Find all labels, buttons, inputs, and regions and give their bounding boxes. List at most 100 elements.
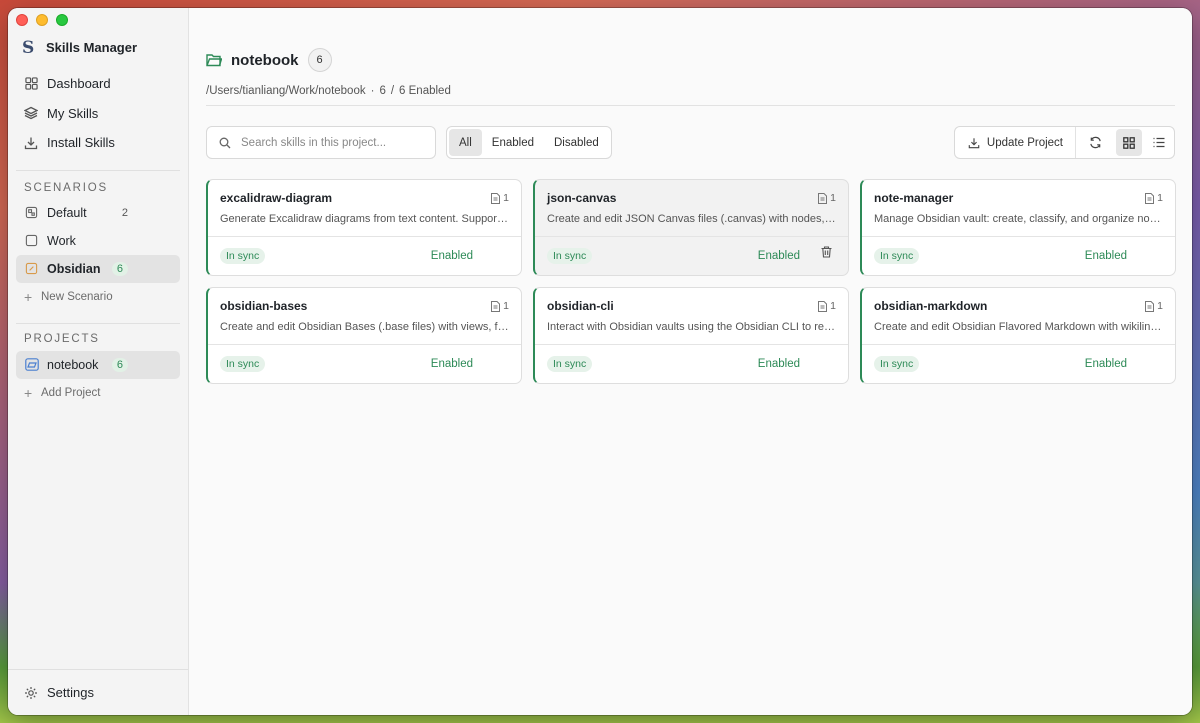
project-path: /Users/tianliang/Work/notebook — [206, 85, 366, 97]
refresh-button[interactable] — [1076, 127, 1114, 158]
enabled-toggle[interactable]: Enabled — [758, 250, 800, 262]
plus-icon: + — [24, 288, 33, 305]
sidebar-divider — [16, 322, 180, 324]
project-count: 6 — [111, 357, 128, 372]
settings-button[interactable]: Settings — [8, 669, 188, 715]
puzzle-icon — [24, 205, 39, 220]
skill-description: Create and edit JSON Canvas files (.canv… — [547, 213, 836, 225]
add-project-button[interactable]: + Add Project — [8, 379, 188, 407]
skill-card-note-manager[interactable]: note-manager 1 Manage Obsidian vault: cr… — [860, 179, 1176, 276]
sidebar: S Skills Manager Dashboard My Skills Ins… — [8, 8, 189, 715]
plus-icon: + — [24, 384, 33, 401]
file-icon — [491, 192, 501, 204]
app-window: S Skills Manager Dashboard My Skills Ins… — [8, 8, 1192, 715]
enabled-text: 6 Enabled — [399, 85, 451, 97]
skill-description: Create and edit Obsidian Flavored Markdo… — [874, 321, 1163, 333]
folder-open-icon — [206, 53, 222, 68]
settings-label: Settings — [47, 685, 94, 700]
enabled-toggle[interactable]: Enabled — [1085, 250, 1127, 262]
enabled-toggle[interactable]: Enabled — [431, 250, 473, 262]
skill-count-badge: 6 — [307, 48, 332, 72]
sync-badge: In sync — [220, 248, 266, 264]
file-count: 1 — [818, 300, 836, 312]
file-icon — [1145, 192, 1155, 204]
skill-card-obsidian-bases[interactable]: obsidian-bases 1 Create and edit Obsidia… — [206, 287, 522, 384]
main-nav: Dashboard My Skills Install Skills — [8, 69, 188, 158]
file-count-value: 1 — [830, 300, 836, 312]
skill-card-json-canvas[interactable]: json-canvas 1 Create and edit JSON Canva… — [533, 179, 849, 276]
file-icon — [1145, 300, 1155, 312]
scenario-count: 6 — [111, 261, 128, 276]
right-toolbar: Update Project — [953, 126, 1175, 159]
dashboard-icon — [24, 77, 38, 91]
scenario-label: Default — [47, 205, 87, 220]
enabled-toggle[interactable]: Enabled — [431, 358, 473, 370]
skill-description: Create and edit Obsidian Bases (.base fi… — [220, 321, 509, 333]
path-separator: · — [370, 85, 375, 97]
update-project-button[interactable]: Update Project — [955, 127, 1075, 158]
search-icon — [217, 135, 232, 150]
close-window-button[interactable] — [16, 14, 28, 26]
app-logo-icon: S — [22, 37, 35, 58]
list-icon — [1153, 137, 1165, 148]
scenario-count: 2 — [121, 206, 128, 219]
file-count: 1 — [491, 300, 509, 312]
search-input[interactable] — [241, 136, 421, 149]
skill-name: note-manager — [874, 191, 954, 205]
nav-item-install-skills[interactable]: Install Skills — [8, 128, 188, 158]
scenario-item-work[interactable]: Work — [16, 227, 180, 255]
sync-badge: In sync — [874, 356, 920, 372]
download-icon — [24, 136, 38, 150]
file-count: 1 — [1145, 300, 1163, 312]
delete-skill-button[interactable] — [821, 245, 832, 263]
skill-card-excalidraw-diagram[interactable]: excalidraw-diagram 1 Generate Excalidraw… — [206, 179, 522, 276]
file-icon — [818, 192, 828, 204]
skill-name: obsidian-bases — [220, 299, 308, 313]
skill-card-obsidian-markdown[interactable]: obsidian-markdown 1 Create and edit Obsi… — [860, 287, 1176, 384]
project-path-row: /Users/tianliang/Work/notebook · 6 / 6 E… — [206, 85, 1175, 97]
nav-item-dashboard[interactable]: Dashboard — [8, 69, 188, 99]
grid-view-button[interactable] — [1116, 129, 1142, 156]
nav-item-my-skills[interactable]: My Skills — [8, 99, 188, 129]
filter-disabled[interactable]: Disabled — [544, 129, 609, 156]
projects-section-title: PROJECTS — [24, 332, 100, 345]
enabled-toggle[interactable]: Enabled — [1085, 358, 1127, 370]
grid-icon — [1123, 136, 1135, 149]
window-controls — [16, 14, 68, 26]
skill-description: Generate Excalidraw diagrams from text c… — [220, 213, 509, 225]
note-edit-icon — [24, 261, 39, 276]
project-label: notebook — [47, 357, 99, 372]
layers-icon — [24, 106, 38, 120]
page-title: notebook — [231, 51, 299, 69]
filter-enabled[interactable]: Enabled — [482, 129, 544, 156]
toolbar: All Enabled Disabled Update Project — [206, 126, 1175, 159]
file-count: 1 — [491, 192, 509, 204]
new-scenario-label: New Scenario — [41, 290, 113, 303]
update-project-label: Update Project — [986, 136, 1063, 149]
new-scenario-button[interactable]: + New Scenario — [8, 283, 188, 311]
skill-description: Manage Obsidian vault: create, classify,… — [874, 213, 1163, 225]
enabled-toggle[interactable]: Enabled — [758, 358, 800, 370]
skill-card-obsidian-cli[interactable]: obsidian-cli 1 Interact with Obsidian va… — [533, 287, 849, 384]
project-item-notebook[interactable]: notebook 6 — [16, 350, 180, 379]
file-count: 1 — [1145, 192, 1163, 204]
filter-all[interactable]: All — [449, 129, 482, 156]
filter-segmented: All Enabled Disabled — [446, 126, 612, 159]
sidebar-divider — [16, 169, 180, 171]
project-header: notebook 6 /Users/tianliang/Work/noteboo… — [206, 48, 1175, 97]
refresh-icon — [1089, 136, 1101, 149]
sync-badge: In sync — [547, 248, 593, 264]
sync-badge: In sync — [874, 248, 920, 264]
skills-grid: excalidraw-diagram 1 Generate Excalidraw… — [206, 179, 1176, 384]
scenario-label: Work — [47, 233, 76, 248]
minimize-window-button[interactable] — [36, 14, 48, 26]
scenario-item-obsidian[interactable]: Obsidian 6 — [16, 254, 180, 283]
skill-name: obsidian-markdown — [874, 299, 988, 313]
zoom-window-button[interactable] — [56, 14, 68, 26]
add-project-label: Add Project — [41, 386, 101, 399]
scenario-item-default[interactable]: Default 2 — [16, 199, 180, 227]
skill-description: Interact with Obsidian vaults using the … — [547, 321, 836, 333]
list-view-button[interactable] — [1144, 127, 1174, 158]
file-count-value: 1 — [503, 300, 509, 312]
nav-item-label: My Skills — [47, 105, 99, 121]
